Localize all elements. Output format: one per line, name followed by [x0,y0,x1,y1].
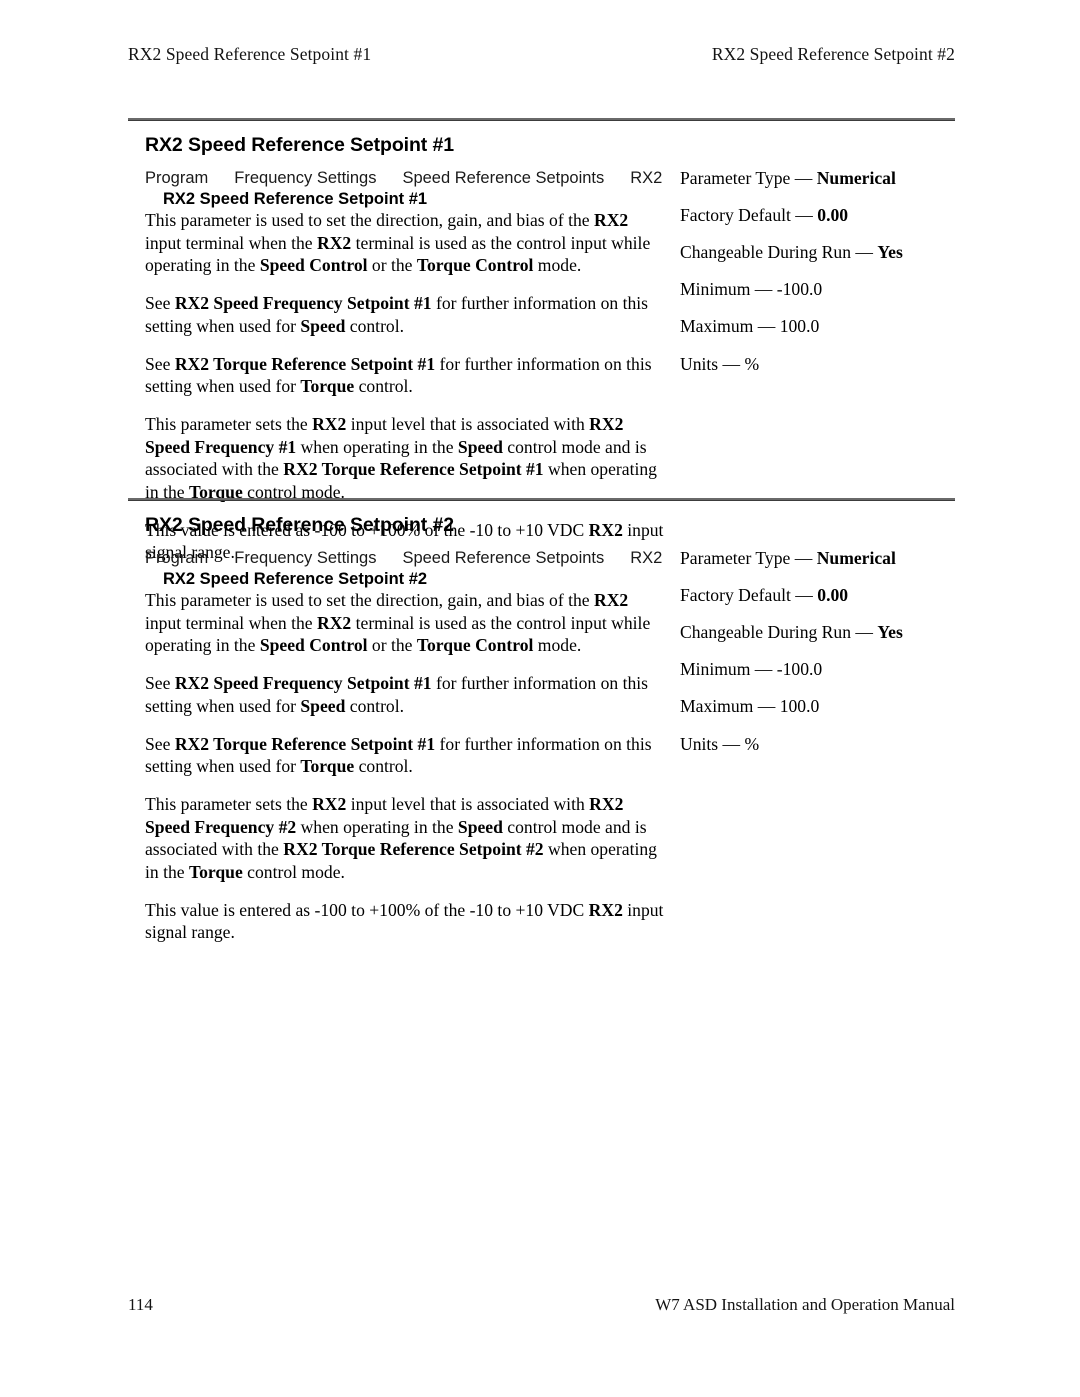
spec-row: Parameter Type — Numerical [680,168,952,189]
section-divider [128,118,955,121]
spec-row: Maximum — 100.0 [680,696,952,717]
footer-manual-title: W7 ASD Installation and Operation Manual [655,1295,955,1314]
body-paragraph: This parameter is used to set the direct… [145,210,651,276]
spec-row: Changeable During Run — Yes [680,242,952,263]
body-paragraph: See RX2 Speed Frequency Setpoint #1 for … [145,293,649,336]
spec-label: Changeable During Run [680,242,852,263]
spec-label: Units [680,353,719,374]
breadcrumb-item: Speed Reference Setpoints [402,169,605,187]
document-page: RX2 Speed Reference Setpoint #1 RX2 Spee… [0,0,1080,1397]
body-paragraph: This parameter sets the RX2 input level … [145,413,657,502]
section-title: RX2 Speed Reference Setpoint #2 [145,514,455,536]
spec-row: Minimum — -100.0 [680,279,952,300]
footer-page-number: 114 [128,1295,153,1314]
spec-dash: — [753,696,780,717]
spec-value: Numerical [816,548,896,568]
body-paragraph: This value is entered as -100 to +100% o… [145,899,664,943]
spec-value: % [744,733,760,754]
spec-dash: — [750,279,777,300]
parameter-section-2: RX2 Speed Reference Setpoint #2 Program F… [128,498,955,942]
spec-dash: — [790,548,817,568]
spec-value: 0.00 [817,205,849,226]
running-header-left: RX2 Speed Reference Setpoint #1 [128,44,372,64]
section-title: RX2 Speed Reference Setpoint #1 [145,134,455,156]
spec-value: 0.00 [817,585,849,606]
spec-label: Factory Default [680,205,791,226]
spec-label: Units [680,733,719,754]
spec-label: Maximum [680,696,754,717]
breadcrumb-item: RX2 [630,549,663,567]
section-spec-column: Parameter Type — Numerical Factory Defaul… [680,548,952,755]
spec-label: Parameter Type [680,168,791,188]
body-paragraph: This parameter is used to set the direct… [145,590,651,656]
spec-label: Parameter Type [680,548,791,568]
spec-row: Units — % [680,734,952,755]
running-header: RX2 Speed Reference Setpoint #1 RX2 Spee… [128,44,955,65]
spec-value: % [744,353,760,374]
section-body-column: Program Frequency Settings Speed Reference… [145,548,665,944]
spec-dash: — [790,585,818,606]
spec-row: Factory Default — 0.00 [680,585,952,606]
spec-value: -100.0 [776,659,823,680]
spec-dash: — [851,622,878,643]
breadcrumb-item: Speed Reference Setpoints [402,549,605,567]
spec-row: Units — % [680,354,952,375]
spec-value: 100.0 [779,696,820,717]
breadcrumb-current: RX2 Speed Reference Setpoint #2 [163,570,428,589]
spec-dash: — [790,205,818,226]
breadcrumb-item: Frequency Settings [234,549,377,567]
breadcrumb-item: Frequency Settings [234,169,377,187]
body-paragraph: See RX2 Speed Frequency Setpoint #1 for … [145,673,649,716]
spec-dash: — [750,659,777,680]
spec-label: Maximum [680,316,754,337]
breadcrumb-item: Program [145,549,209,567]
spec-value: Yes [877,622,903,643]
body-paragraph: See RX2 Torque Reference Setpoint #1 for… [145,733,652,777]
spec-label: Factory Default [680,585,791,606]
body-paragraph: This parameter sets the RX2 input level … [145,793,657,882]
spec-dash: — [851,242,878,263]
spec-row: Minimum — -100.0 [680,659,952,680]
spec-label: Minimum [680,659,751,680]
spec-label: Changeable During Run [680,622,852,643]
breadcrumb-item: Program [145,169,209,187]
breadcrumb-current: RX2 Speed Reference Setpoint #1 [163,190,428,209]
spec-dash: — [718,733,745,754]
body-paragraphs: This parameter is used to set the direct… [145,589,665,944]
page-footer: 114 W7 ASD Installation and Operation Ma… [128,1295,955,1315]
breadcrumb: Program Frequency Settings Speed Reference… [145,548,665,569]
spec-dash: — [790,168,817,188]
spec-dash: — [753,316,780,337]
spec-value: Numerical [816,168,896,188]
spec-row: Changeable During Run — Yes [680,622,952,643]
breadcrumb: Program Frequency Settings Speed Reference… [145,168,665,189]
body-paragraph: See RX2 Torque Reference Setpoint #1 for… [145,353,652,397]
spec-value: 100.0 [779,316,820,337]
running-header-right: RX2 Speed Reference Setpoint #2 [711,44,955,64]
spec-row: Maximum — 100.0 [680,316,952,337]
spec-row: Factory Default — 0.00 [680,205,952,226]
spec-dash: — [718,353,745,374]
section-divider [128,498,955,501]
spec-value: Yes [877,242,903,263]
spec-value: -100.0 [776,279,823,300]
section-spec-column: Parameter Type — Numerical Factory Defaul… [680,168,952,375]
spec-label: Minimum [680,279,751,300]
spec-row: Parameter Type — Numerical [680,548,952,569]
breadcrumb-item: RX2 [630,169,663,187]
parameter-section-1: RX2 Speed Reference Setpoint #1 Program F… [128,118,955,562]
